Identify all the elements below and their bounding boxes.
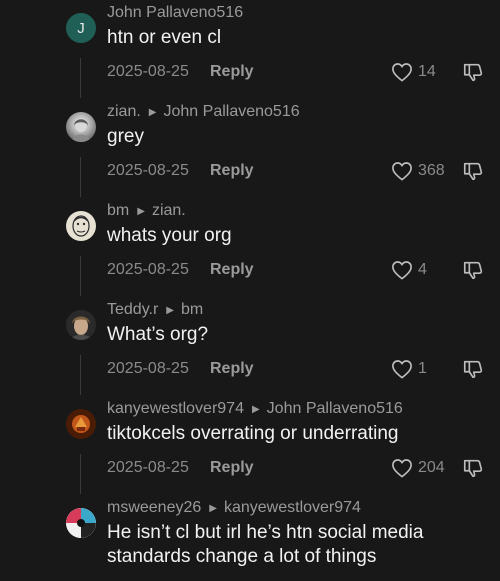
comment-text: htn or even cl: [107, 27, 222, 48]
avatar-image: [72, 118, 90, 142]
reply-button[interactable]: Reply: [210, 261, 254, 279]
comment-text: whats your org: [107, 225, 232, 246]
reply-arrow-icon: ▶: [166, 304, 174, 316]
comment-text: He isn’t cl but irl he’s htn social medi…: [107, 522, 424, 567]
comment-header: msweeney26 ▶ kanyewestlover974: [107, 499, 361, 517]
reply-button[interactable]: Reply: [210, 63, 254, 81]
reply-to-username[interactable]: kanyewestlover974: [224, 499, 361, 517]
like-button[interactable]: 14: [391, 62, 436, 82]
like-count: 4: [418, 261, 427, 278]
avatar-image: [72, 215, 90, 237]
username[interactable]: zian.: [107, 103, 141, 121]
heart-icon: [392, 360, 412, 379]
thread-line: [80, 157, 81, 197]
heart-icon: [392, 459, 412, 478]
reply-to-username[interactable]: John Pallaveno516: [267, 400, 403, 418]
reply-to-username[interactable]: bm: [181, 301, 203, 319]
thumbs-down-icon[interactable]: [462, 457, 484, 479]
reply-arrow-icon: ▶: [251, 403, 260, 415]
comment-date: 2025-08-25: [107, 459, 189, 476]
avatar[interactable]: [66, 211, 96, 241]
thumbs-down-icon[interactable]: [462, 61, 484, 83]
like-button[interactable]: 204: [391, 458, 445, 478]
comment-date: 2025-08-25: [107, 261, 189, 278]
like-count: 368: [418, 162, 445, 179]
avatar[interactable]: J: [66, 13, 96, 43]
reply-arrow-icon: ▶: [209, 502, 217, 514]
like-count: 14: [418, 63, 436, 80]
username[interactable]: John Pallaveno516: [107, 4, 243, 22]
comment-header: zian. ▶ John Pallaveno516: [107, 103, 300, 121]
thumbs-down-icon[interactable]: [462, 259, 484, 281]
like-count: 1: [418, 360, 427, 377]
comment-header: John Pallaveno516: [107, 4, 243, 22]
thumbs-down-icon[interactable]: [462, 358, 484, 380]
thread-line: [80, 58, 81, 98]
like-button[interactable]: 368: [391, 161, 445, 181]
reply-to-username[interactable]: John Pallaveno516: [164, 103, 300, 121]
avatar[interactable]: [66, 508, 96, 538]
like-count: 204: [418, 459, 445, 476]
avatar-image: [66, 409, 96, 439]
heart-icon: [392, 162, 412, 181]
comment-header: bm ▶ zian.: [107, 202, 186, 220]
comment-meta: 2025-08-25 Reply: [107, 360, 254, 378]
comment-meta: 2025-08-25 Reply: [107, 63, 254, 81]
like-button[interactable]: 1: [391, 359, 427, 379]
reply-arrow-icon: ▶: [137, 205, 145, 217]
comment-header: kanyewestlover974 ▶ John Pallaveno516: [107, 400, 403, 418]
username[interactable]: kanyewestlover974: [107, 400, 244, 418]
username[interactable]: Teddy.r: [107, 301, 158, 319]
comment-text: tiktokcels overrating or underrating: [107, 423, 399, 444]
thread-line: [80, 256, 81, 296]
comment-date: 2025-08-25: [107, 360, 189, 377]
thread-line: [80, 454, 81, 494]
comment-text: What’s org?: [107, 324, 209, 345]
avatar-image: [66, 508, 96, 538]
comment-meta: 2025-08-25 Reply: [107, 261, 254, 279]
heart-icon: [392, 261, 412, 280]
thumbs-down-icon[interactable]: [462, 160, 484, 182]
reply-arrow-icon: ▶: [148, 106, 157, 118]
comment-header: Teddy.r ▶ bm: [107, 301, 203, 319]
comment-date: 2025-08-25: [107, 162, 189, 179]
username[interactable]: msweeney26: [107, 499, 201, 517]
reply-button[interactable]: Reply: [210, 459, 254, 477]
avatar[interactable]: [66, 310, 96, 340]
comment-text: grey: [107, 126, 144, 147]
like-button[interactable]: 4: [391, 260, 427, 280]
comment-meta: 2025-08-25 Reply: [107, 162, 254, 180]
avatar-letter: J: [77, 19, 85, 37]
heart-icon: [392, 63, 412, 82]
reply-button[interactable]: Reply: [210, 360, 254, 378]
comment-date: 2025-08-25: [107, 63, 189, 80]
avatar-image: [70, 316, 92, 340]
thread-line: [80, 355, 81, 395]
comment-meta: 2025-08-25 Reply: [107, 459, 254, 477]
username[interactable]: bm: [107, 202, 129, 220]
avatar[interactable]: [66, 112, 96, 142]
reply-to-username[interactable]: zian.: [152, 202, 186, 220]
avatar[interactable]: [66, 409, 96, 439]
reply-button[interactable]: Reply: [210, 162, 254, 180]
